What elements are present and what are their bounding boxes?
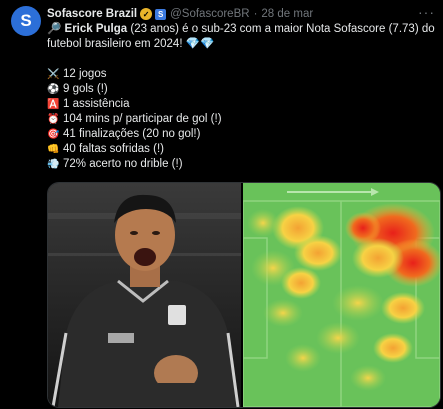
verified-badge-icon: ✓: [140, 8, 153, 20]
affiliate-badge-icon: S: [155, 8, 167, 20]
text-line-1: (23 anos) é o sub-23 com a maior Nota So…: [127, 23, 435, 35]
letter-a-icon: 🅰️: [47, 99, 60, 110]
more-options-icon[interactable]: ···: [418, 4, 435, 20]
text-line: 🔎 Erick Pulga (23 anos) é o sub-23 com a…: [47, 22, 439, 37]
target-icon: 🎯: [47, 129, 60, 140]
fist-icon: 👊: [47, 144, 60, 155]
stat-line: ⚽ 9 gols (!): [47, 82, 439, 97]
player-photo[interactable]: [48, 183, 241, 407]
stat-text: 1 assistência: [63, 98, 130, 110]
stat-text: 104 mins p/ participar de gol (!): [63, 113, 222, 125]
stat-text: 9 gols (!): [63, 83, 108, 95]
separator-dot: ·: [253, 8, 258, 20]
avatar-letter: S: [20, 11, 32, 30]
dash-icon: 💨: [47, 159, 60, 170]
media-grid: [47, 182, 441, 408]
tweet[interactable]: S Sofascore Brazil ✓ S @SofascoreBR · 28…: [0, 0, 443, 409]
text-gap: [47, 52, 439, 67]
alarm-clock-icon: ⏰: [47, 114, 60, 125]
stat-text: 72% acerto no drible (!): [63, 158, 183, 170]
stat-line: 🅰️ 1 assistência: [47, 97, 439, 112]
stat-text: 12 jogos: [63, 68, 107, 80]
stat-line: 🎯 41 finalizações (20 no gol!): [47, 127, 439, 142]
author-handle[interactable]: @SofascoreBR: [170, 8, 249, 20]
stat-line: 👊 40 faltas sofridas (!): [47, 142, 439, 157]
author-name[interactable]: Sofascore Brazil: [47, 8, 137, 20]
stat-line: 💨 72% acerto no drible (!): [47, 157, 439, 172]
avatar[interactable]: S: [11, 6, 41, 36]
heatmap-pitch-icon: [243, 183, 440, 407]
player-name: Erick Pulga: [64, 23, 128, 35]
player-celebration-icon: [48, 183, 241, 407]
stat-text: 40 faltas sofridas (!): [63, 143, 164, 155]
stat-line: ⏰ 104 mins p/ participar de gol (!): [47, 112, 439, 127]
swords-icon: ⚔️: [47, 69, 60, 80]
heatmap[interactable]: [243, 183, 440, 407]
stat-line: ⚔️ 12 jogos: [47, 67, 439, 82]
stat-text: 41 finalizações (20 no gol!): [63, 128, 201, 140]
soccer-ball-icon: ⚽: [47, 84, 60, 95]
text-line-2: futebol brasileiro em 2024! 💎💎: [47, 38, 215, 50]
magnifier-icon: 🔎: [47, 23, 62, 35]
tweet-header: Sofascore Brazil ✓ S @SofascoreBR · 28 d…: [47, 6, 313, 22]
post-date[interactable]: 28 de mar: [261, 8, 313, 20]
tweet-text: 🔎 Erick Pulga (23 anos) é o sub-23 com a…: [47, 22, 439, 172]
